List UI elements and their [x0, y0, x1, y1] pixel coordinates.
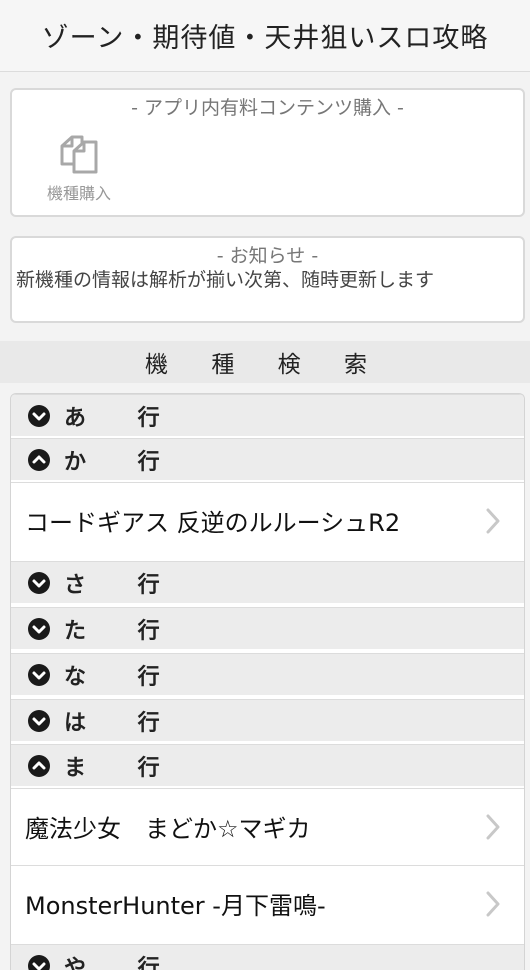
chevron-down-circle-icon	[28, 709, 50, 732]
page-title: ゾーン・期待値・天井狙いスロ攻略	[41, 23, 489, 54]
group-label: は 行	[64, 710, 182, 736]
machine-purchase-button[interactable]: 機種購入	[34, 134, 124, 204]
machine-item-label: MonsterHunter -月下雷鳴-	[25, 892, 326, 920]
machine-item-code-geass[interactable]: コードギアス 反逆のルルーシュR2	[11, 482, 524, 558]
group-header-na[interactable]: な 行	[11, 653, 524, 695]
copy-documents-icon	[60, 135, 98, 174]
chevron-up-circle-icon	[28, 448, 50, 471]
purchase-panel: - アプリ内有料コンテンツ購入 - 機種購入	[10, 88, 525, 217]
group-header-ha[interactable]: は 行	[11, 699, 524, 741]
group-header-ma[interactable]: ま 行	[11, 744, 524, 786]
chevron-down-circle-icon	[28, 571, 50, 594]
group-header-sa[interactable]: さ 行	[11, 561, 524, 603]
app-header: ゾーン・期待値・天井狙いスロ攻略	[0, 0, 530, 72]
group-header-ya[interactable]: や 行	[11, 944, 524, 970]
machine-item-madoka[interactable]: 魔法少女 まどか☆マギカ	[11, 788, 524, 864]
chevron-up-circle-icon	[28, 754, 50, 777]
group-header-a[interactable]: あ 行	[11, 394, 524, 436]
notice-panel: - お知らせ - 新機種の情報は解析が揃い次第、随時更新します	[10, 236, 525, 323]
group-label: た 行	[64, 618, 182, 644]
group-header-ta[interactable]: た 行	[11, 607, 524, 649]
machine-item-monster-hunter[interactable]: MonsterHunter -月下雷鳴-	[11, 865, 524, 941]
machine-item-label: 魔法少女 まどか☆マギカ	[25, 815, 311, 843]
group-label: な 行	[64, 664, 182, 690]
group-label: さ 行	[64, 572, 182, 598]
group-header-ka[interactable]: か 行	[11, 438, 524, 480]
machine-list: あ 行 か 行 コードギアス 反逆のルルーシュR2 さ 行 た 行 な 行 は …	[10, 393, 525, 970]
group-label: か 行	[64, 449, 182, 475]
chevron-right-icon	[486, 508, 500, 533]
notice-text: 新機種の情報は解析が揃い次第、随時更新します	[16, 269, 435, 291]
machine-search-title: 機 種 検 索	[145, 352, 385, 378]
chevron-down-circle-icon	[28, 954, 50, 970]
group-label: ま 行	[64, 755, 182, 781]
chevron-down-circle-icon	[28, 404, 50, 427]
chevron-right-icon	[486, 891, 500, 916]
notice-panel-title: - お知らせ -	[216, 245, 319, 267]
machine-search-header: 機 種 検 索	[0, 341, 530, 383]
machine-item-label: コードギアス 反逆のルルーシュR2	[25, 509, 401, 537]
chevron-down-circle-icon	[28, 617, 50, 640]
group-label: や 行	[64, 955, 182, 970]
chevron-right-icon	[486, 814, 500, 839]
purchase-panel-title: - アプリ内有料コンテンツ購入 -	[131, 97, 404, 119]
machine-purchase-label: 機種購入	[46, 184, 111, 203]
group-label: あ 行	[64, 405, 182, 431]
chevron-down-circle-icon	[28, 663, 50, 686]
